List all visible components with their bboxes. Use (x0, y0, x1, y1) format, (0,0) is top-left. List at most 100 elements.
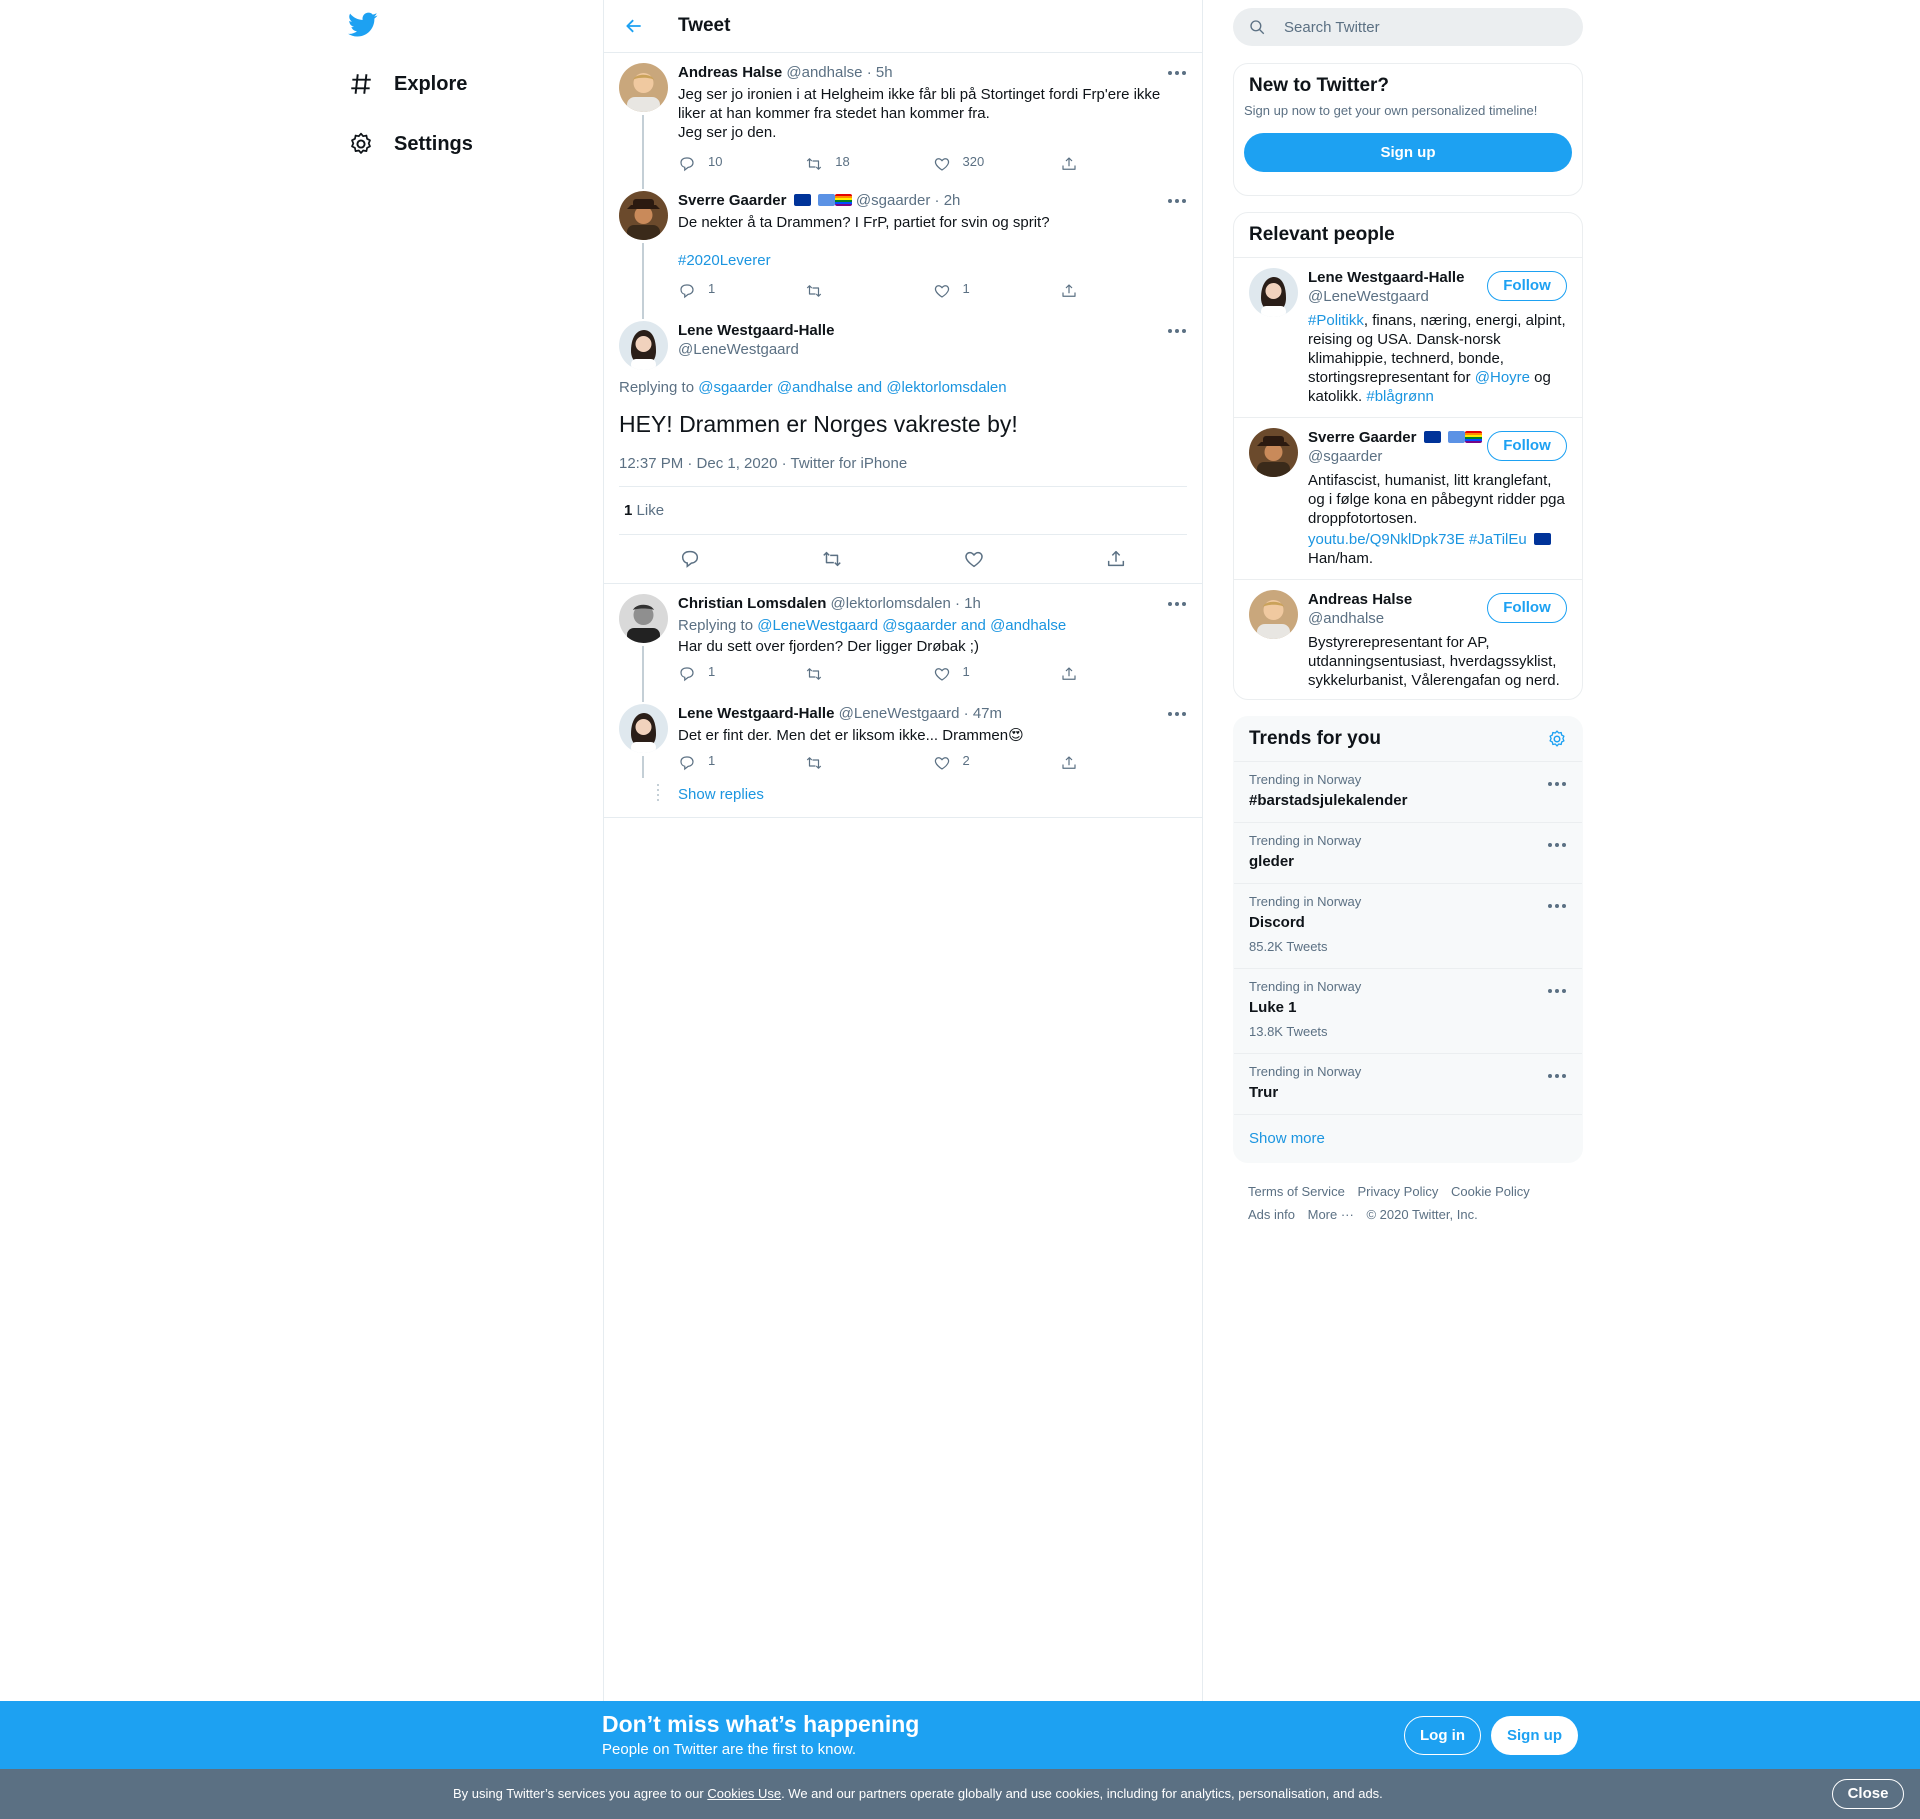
author-handle[interactable]: @LeneWestgaard (678, 340, 1187, 359)
privacy-link[interactable]: Privacy Policy (1357, 1184, 1438, 1199)
avatar[interactable] (619, 594, 668, 643)
tweet-time[interactable]: · 2h (935, 192, 961, 209)
author-name[interactable]: Andreas Halse (678, 64, 782, 81)
mention-link[interactable]: @sgaarder (882, 617, 956, 634)
reply-button[interactable]: 1 (678, 281, 805, 300)
cookies-use-link[interactable]: Cookies Use (707, 1786, 781, 1801)
sidebar-signup-button[interactable]: Sign up (1244, 133, 1572, 172)
search-input[interactable] (1284, 18, 1544, 36)
hashtag-link[interactable]: #blågrønn (1366, 388, 1434, 405)
person-name[interactable]: Sverre Gaarder (1308, 429, 1416, 446)
more-icon[interactable] (1167, 67, 1187, 79)
author-handle[interactable]: @LeneWestgaard (839, 705, 960, 722)
more-link[interactable]: More ··· (1308, 1207, 1354, 1222)
more-icon[interactable] (1167, 195, 1187, 207)
reply-button[interactable]: 1 (678, 753, 805, 772)
back-button[interactable] (614, 6, 654, 46)
avatar[interactable] (619, 191, 668, 240)
mention-link[interactable]: @lektorlomsdalen (886, 379, 1006, 396)
author-name[interactable]: Sverre Gaarder (678, 192, 786, 209)
more-icon[interactable] (1167, 708, 1187, 720)
close-button[interactable]: Close (1832, 1779, 1904, 1809)
like-button[interactable]: 1 (933, 281, 1060, 300)
trend-item[interactable]: Trending in Norway Trur (1234, 1053, 1582, 1114)
share-button[interactable] (1060, 665, 1187, 683)
more-icon[interactable] (1167, 325, 1187, 337)
trend-item[interactable]: Trending in Norway #barstadsjulekalender (1234, 761, 1582, 822)
nav-settings[interactable]: Settings (348, 124, 473, 164)
retweet-button[interactable] (805, 665, 932, 683)
gear-icon[interactable] (1547, 729, 1567, 749)
likes-summary[interactable]: 1 Like (619, 487, 1187, 535)
person-item[interactable]: Andreas Halse @andhalse Bystyrerepresent… (1234, 579, 1582, 699)
hashtag-link[interactable]: #Politikk (1308, 312, 1364, 329)
heart-icon[interactable] (963, 548, 985, 570)
more-icon[interactable] (1547, 1070, 1567, 1082)
retweet-button[interactable]: 18 (805, 154, 932, 173)
like-button[interactable]: 1 (933, 664, 1060, 683)
share-button[interactable] (1060, 754, 1187, 772)
retweet-icon[interactable] (821, 548, 843, 570)
mention-link[interactable]: @LeneWestgaard (757, 617, 878, 634)
more-icon[interactable] (1547, 985, 1567, 997)
reply-button[interactable]: 10 (678, 154, 805, 173)
more-icon[interactable] (1547, 900, 1567, 912)
tweet-time[interactable]: · 5h (867, 64, 893, 81)
terms-link[interactable]: Terms of Service (1248, 1184, 1345, 1199)
trend-item[interactable]: Trending in Norway gleder (1234, 822, 1582, 883)
follow-button[interactable]: Follow (1487, 593, 1567, 623)
reply-tweet[interactable]: Christian Lomsdalen @lektorlomsdalen · 1… (604, 584, 1202, 694)
reply-icon[interactable] (679, 548, 701, 570)
ads-info-link[interactable]: Ads info (1248, 1207, 1295, 1222)
person-item[interactable]: Sverre Gaarder @sgaarder Antifascist, hu… (1234, 417, 1582, 579)
avatar[interactable] (1249, 428, 1298, 477)
tweet-timestamp[interactable]: 12:37 PM · Dec 1, 2020 · Twitter for iPh… (619, 455, 1187, 487)
show-more-link[interactable]: Show more (1234, 1114, 1582, 1162)
follow-button[interactable]: Follow (1487, 431, 1567, 461)
avatar[interactable] (619, 704, 668, 753)
share-button[interactable] (1060, 155, 1187, 173)
reply-button[interactable]: 1 (678, 664, 805, 683)
retweet-button[interactable] (805, 754, 932, 772)
avatar[interactable] (619, 321, 668, 370)
person-item[interactable]: Lene Westgaard-Halle @LeneWestgaard #Pol… (1234, 257, 1582, 417)
author-handle[interactable]: @lektorlomsdalen (831, 595, 951, 612)
mention-link[interactable]: @Hoyre (1475, 369, 1530, 386)
author-handle[interactable]: @sgaarder (856, 192, 930, 209)
tweet-time[interactable]: · 47m (964, 705, 1002, 722)
hashtag-link[interactable]: #JaTilEu (1469, 531, 1527, 548)
follow-button[interactable]: Follow (1487, 271, 1567, 301)
author-name[interactable]: Lene Westgaard-Halle (678, 705, 834, 722)
hashtag-link[interactable]: #2020Leverer (678, 251, 1187, 270)
trend-item[interactable]: Trending in Norway Discord 85.2K Tweets (1234, 883, 1582, 968)
retweet-button[interactable] (805, 282, 932, 300)
more-icon[interactable] (1167, 598, 1187, 610)
tweet-time[interactable]: · 1h (955, 595, 981, 612)
reply-tweet[interactable]: Lene Westgaard-Halle @LeneWestgaard · 47… (604, 694, 1202, 778)
signup-button[interactable]: Sign up (1491, 1716, 1578, 1755)
more-icon[interactable] (1547, 778, 1567, 790)
cookie-policy-link[interactable]: Cookie Policy (1451, 1184, 1530, 1199)
twitter-logo-icon[interactable] (348, 12, 378, 38)
like-button[interactable]: 2 (933, 753, 1060, 772)
author-name[interactable]: Christian Lomsdalen (678, 595, 826, 612)
avatar[interactable] (1249, 590, 1298, 639)
author-handle[interactable]: @andhalse (786, 64, 862, 81)
bio-link[interactable]: youtu.be/Q9NklDpk73E (1308, 531, 1465, 548)
mention-link[interactable]: @sgaarder (698, 379, 772, 396)
avatar[interactable] (619, 63, 668, 112)
mention-link[interactable]: @andhalse (777, 379, 853, 396)
thread-tweet[interactable]: Andreas Halse @andhalse · 5h Jeg ser jo … (604, 53, 1202, 181)
nav-explore[interactable]: Explore (348, 64, 467, 104)
search-box[interactable] (1233, 8, 1583, 46)
like-button[interactable]: 320 (933, 154, 1060, 173)
login-button[interactable]: Log in (1404, 1716, 1481, 1755)
more-icon[interactable] (1547, 839, 1567, 851)
author-name[interactable]: Lene Westgaard-Halle (678, 321, 1187, 340)
mention-link[interactable]: @andhalse (990, 617, 1066, 634)
thread-tweet[interactable]: Sverre Gaarder @sgaarder · 2h De nekter … (604, 181, 1202, 311)
avatar[interactable] (1249, 268, 1298, 317)
share-button[interactable] (1060, 282, 1187, 300)
show-replies-link[interactable]: Show replies (657, 778, 1187, 817)
share-icon[interactable] (1105, 548, 1127, 570)
